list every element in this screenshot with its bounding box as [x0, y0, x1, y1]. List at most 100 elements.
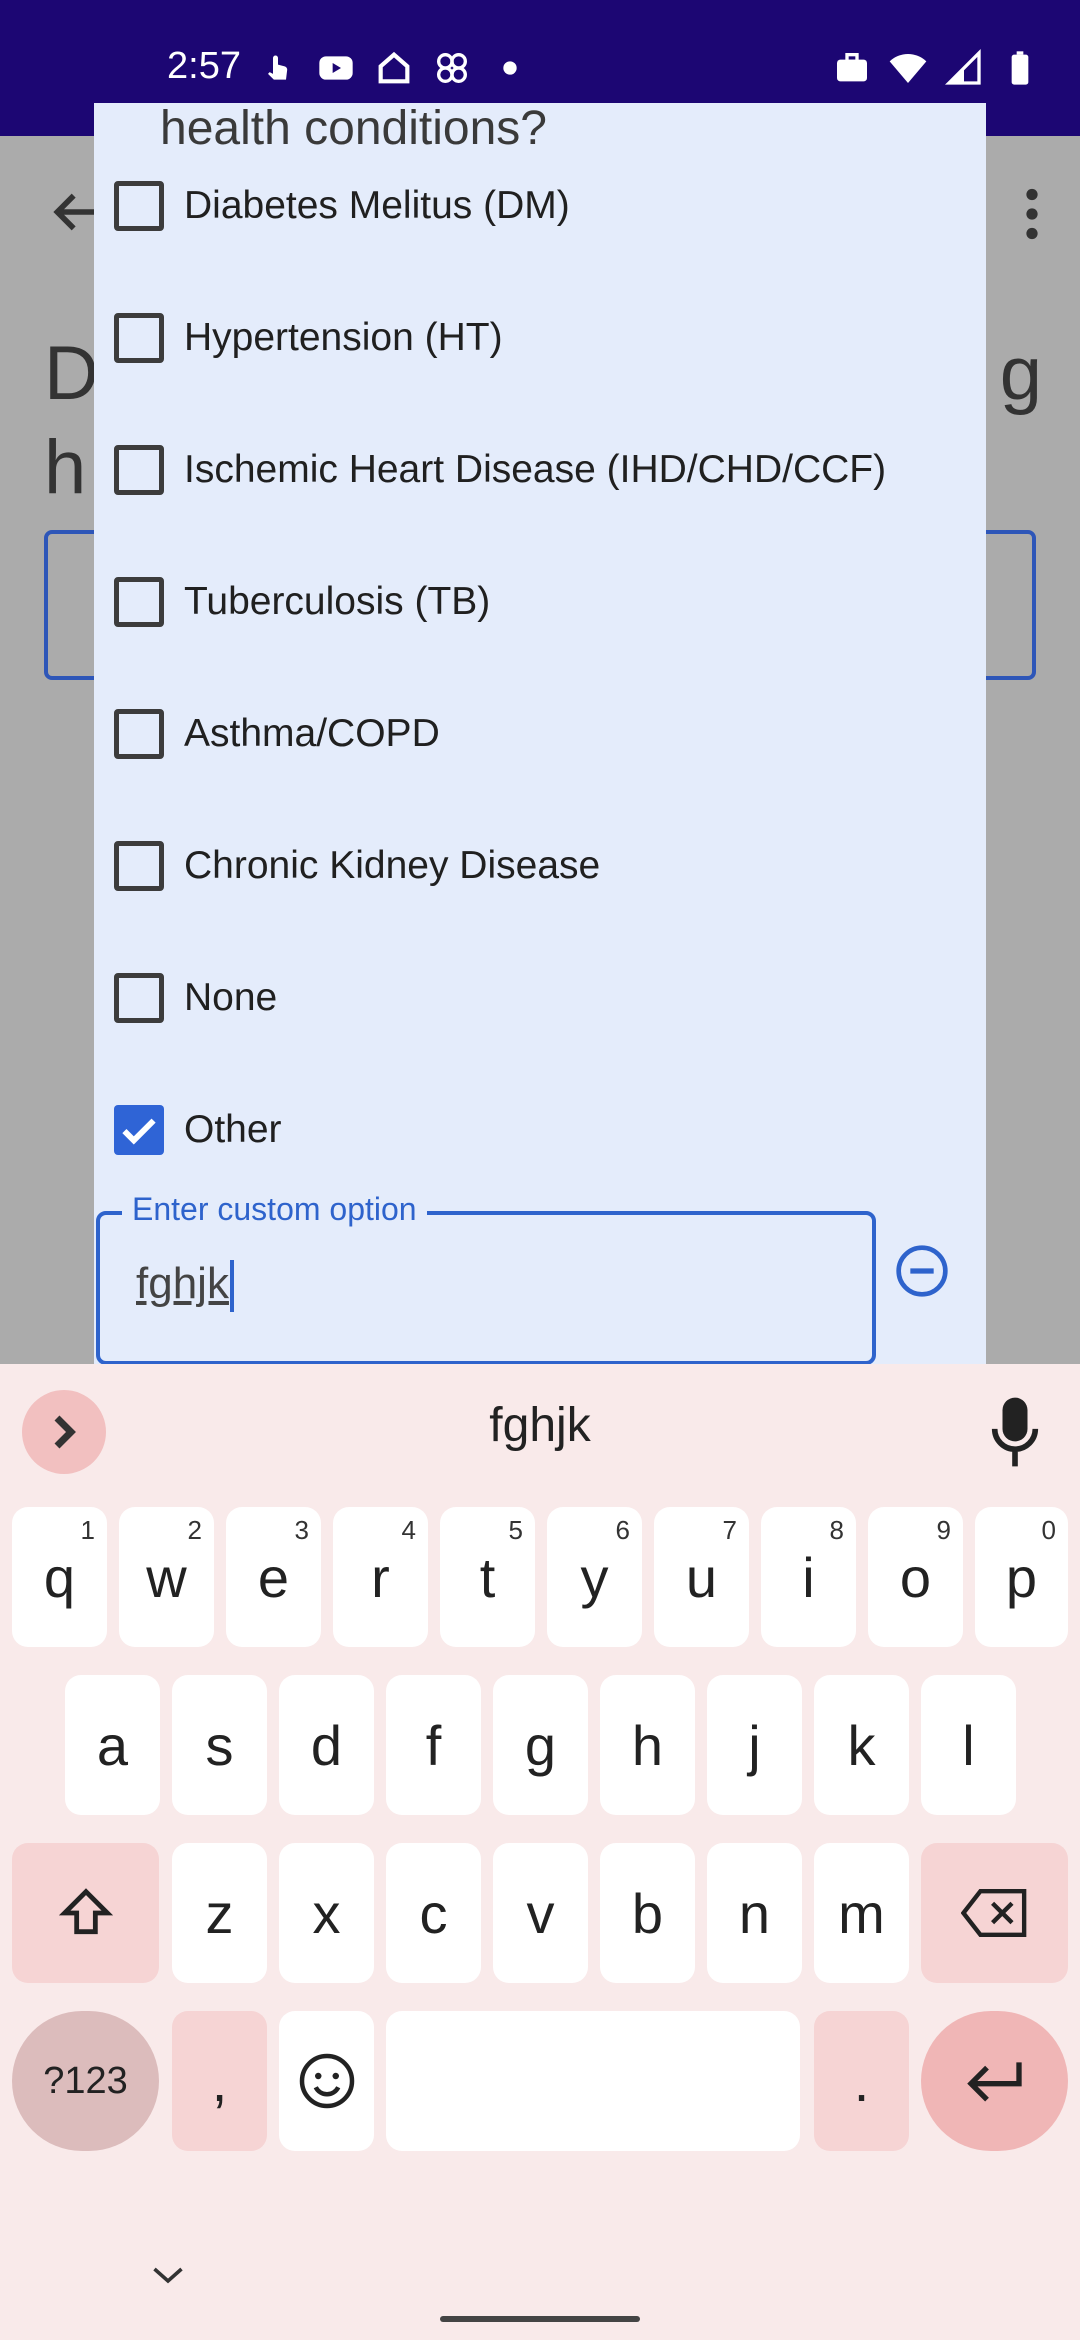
period-key[interactable]: . — [814, 2011, 909, 2151]
status-time: 2:57 — [167, 45, 241, 87]
key-r[interactable]: r4 — [333, 1507, 428, 1647]
backspace-icon — [960, 1888, 1026, 1938]
option-label: Ischemic Heart Disease (IHD/CHD/CCF) — [184, 448, 887, 491]
shift-icon — [58, 1888, 113, 1935]
page-heading-fragment-end: g — [999, 331, 1042, 416]
backspace-key[interactable] — [921, 1843, 1068, 1983]
checkbox[interactable] — [114, 181, 164, 231]
custom-option-value: fghjk — [136, 1259, 229, 1308]
key-u[interactable]: u7 — [654, 1507, 749, 1647]
checkbox[interactable] — [114, 577, 164, 627]
key-p[interactable]: p0 — [975, 1507, 1068, 1647]
remove-circle-icon[interactable] — [894, 1243, 950, 1299]
youtube-icon — [319, 56, 353, 80]
key-s[interactable]: s — [172, 1675, 267, 1815]
microphone-icon[interactable] — [990, 1394, 1040, 1470]
key-b[interactable]: b — [600, 1843, 695, 1983]
checkbox[interactable] — [114, 973, 164, 1023]
custom-option-label: Enter custom option — [122, 1191, 427, 1228]
signal-icon — [944, 48, 981, 85]
more-options-icon[interactable] — [1024, 188, 1040, 240]
page-heading-fragment-2: h — [44, 425, 87, 510]
option-label: Hypertension (HT) — [184, 316, 503, 359]
key-j[interactable]: j — [707, 1675, 802, 1815]
key-label: e — [257, 1545, 290, 1609]
checkbox[interactable] — [114, 445, 164, 495]
option-label: Diabetes Melitus (DM) — [184, 184, 570, 227]
key-n[interactable]: n — [707, 1843, 802, 1983]
key-hint: 5 — [508, 1515, 523, 1545]
key-a[interactable]: a — [65, 1675, 160, 1815]
key-label: r — [371, 1545, 390, 1609]
key-label: i — [802, 1545, 815, 1609]
option-asthma-copd[interactable]: Asthma/COPD — [114, 694, 440, 774]
checkbox[interactable] — [114, 313, 164, 363]
key-i[interactable]: i8 — [761, 1507, 856, 1647]
option-diabetes[interactable]: Diabetes Melitus (DM) — [114, 166, 570, 246]
option-label: Other — [184, 1108, 282, 1151]
key-hint: 6 — [615, 1515, 630, 1545]
comma-key[interactable]: , — [172, 2011, 267, 2151]
key-e[interactable]: e3 — [226, 1507, 321, 1647]
key-g[interactable]: g — [493, 1675, 588, 1815]
key-label: q — [43, 1545, 76, 1609]
checkbox-checked[interactable] — [114, 1105, 164, 1155]
key-o[interactable]: o9 — [868, 1507, 963, 1647]
briefcase-icon — [837, 53, 867, 82]
option-label: Chronic Kidney Disease — [184, 844, 601, 887]
key-t[interactable]: t5 — [440, 1507, 535, 1647]
enter-key[interactable] — [921, 2011, 1068, 2151]
emoji-key[interactable] — [279, 2011, 374, 2151]
key-l[interactable]: l — [921, 1675, 1016, 1815]
option-tuberculosis[interactable]: Tuberculosis (TB) — [114, 562, 490, 642]
shift-key[interactable] — [12, 1843, 159, 1983]
key-k[interactable]: k — [814, 1675, 909, 1815]
text-caret — [229, 1260, 234, 1313]
space-key[interactable] — [386, 2011, 800, 2151]
checkbox[interactable] — [114, 709, 164, 759]
custom-option-field[interactable]: Enter custom option fghjk — [96, 1191, 876, 1364]
key-label: t — [479, 1545, 496, 1609]
key-v[interactable]: v — [493, 1843, 588, 1983]
pinwheel-icon — [437, 53, 467, 83]
home-icon — [378, 51, 410, 84]
key-hint: 2 — [187, 1515, 202, 1545]
key-hint: 0 — [1041, 1515, 1056, 1545]
key-hint: 9 — [936, 1515, 951, 1545]
home-indicator[interactable] — [440, 2316, 640, 2322]
key-x[interactable]: x — [279, 1843, 374, 1983]
key-label: w — [146, 1545, 187, 1609]
option-none[interactable]: None — [114, 958, 277, 1038]
chevron-down-icon[interactable] — [150, 2264, 186, 2286]
dialog-title: health conditions? — [160, 103, 547, 155]
key-label: p — [1005, 1545, 1038, 1609]
key-y[interactable]: y6 — [547, 1507, 642, 1647]
option-other[interactable]: Other — [114, 1090, 282, 1170]
symbols-key[interactable]: ?123 — [12, 2011, 159, 2151]
option-hypertension[interactable]: Hypertension (HT) — [114, 298, 503, 378]
checkbox[interactable] — [114, 841, 164, 891]
key-c[interactable]: c — [386, 1843, 481, 1983]
suggestion-word[interactable]: fghjk — [0, 1398, 1080, 1453]
option-ischemic-heart-disease[interactable]: Ischemic Heart Disease (IHD/CHD/CCF) — [114, 430, 886, 510]
enter-icon — [966, 2062, 1022, 2102]
key-h[interactable]: h — [600, 1675, 695, 1815]
battery-icon — [1011, 51, 1029, 85]
key-d[interactable]: d — [279, 1675, 374, 1815]
key-hint: 1 — [80, 1515, 95, 1545]
dot-icon — [503, 61, 517, 75]
custom-option-input[interactable]: fghjk — [136, 1259, 234, 1313]
soft-keyboard: fghjk q1 w2 e3 r4 t5 y6 u7 i8 o9 p0 a s … — [0, 1364, 1080, 2340]
key-m[interactable]: m — [814, 1843, 909, 1983]
key-q[interactable]: q1 — [12, 1507, 107, 1647]
option-label: None — [184, 976, 278, 1019]
key-hint: 7 — [722, 1515, 737, 1545]
key-hint: 4 — [401, 1515, 416, 1545]
key-z[interactable]: z — [172, 1843, 267, 1983]
key-w[interactable]: w2 — [119, 1507, 214, 1647]
key-hint: 8 — [829, 1515, 844, 1545]
option-chronic-kidney-disease[interactable]: Chronic Kidney Disease — [114, 826, 600, 906]
emoji-icon — [299, 2053, 354, 2109]
key-f[interactable]: f — [386, 1675, 481, 1815]
touch-icon — [268, 55, 288, 80]
